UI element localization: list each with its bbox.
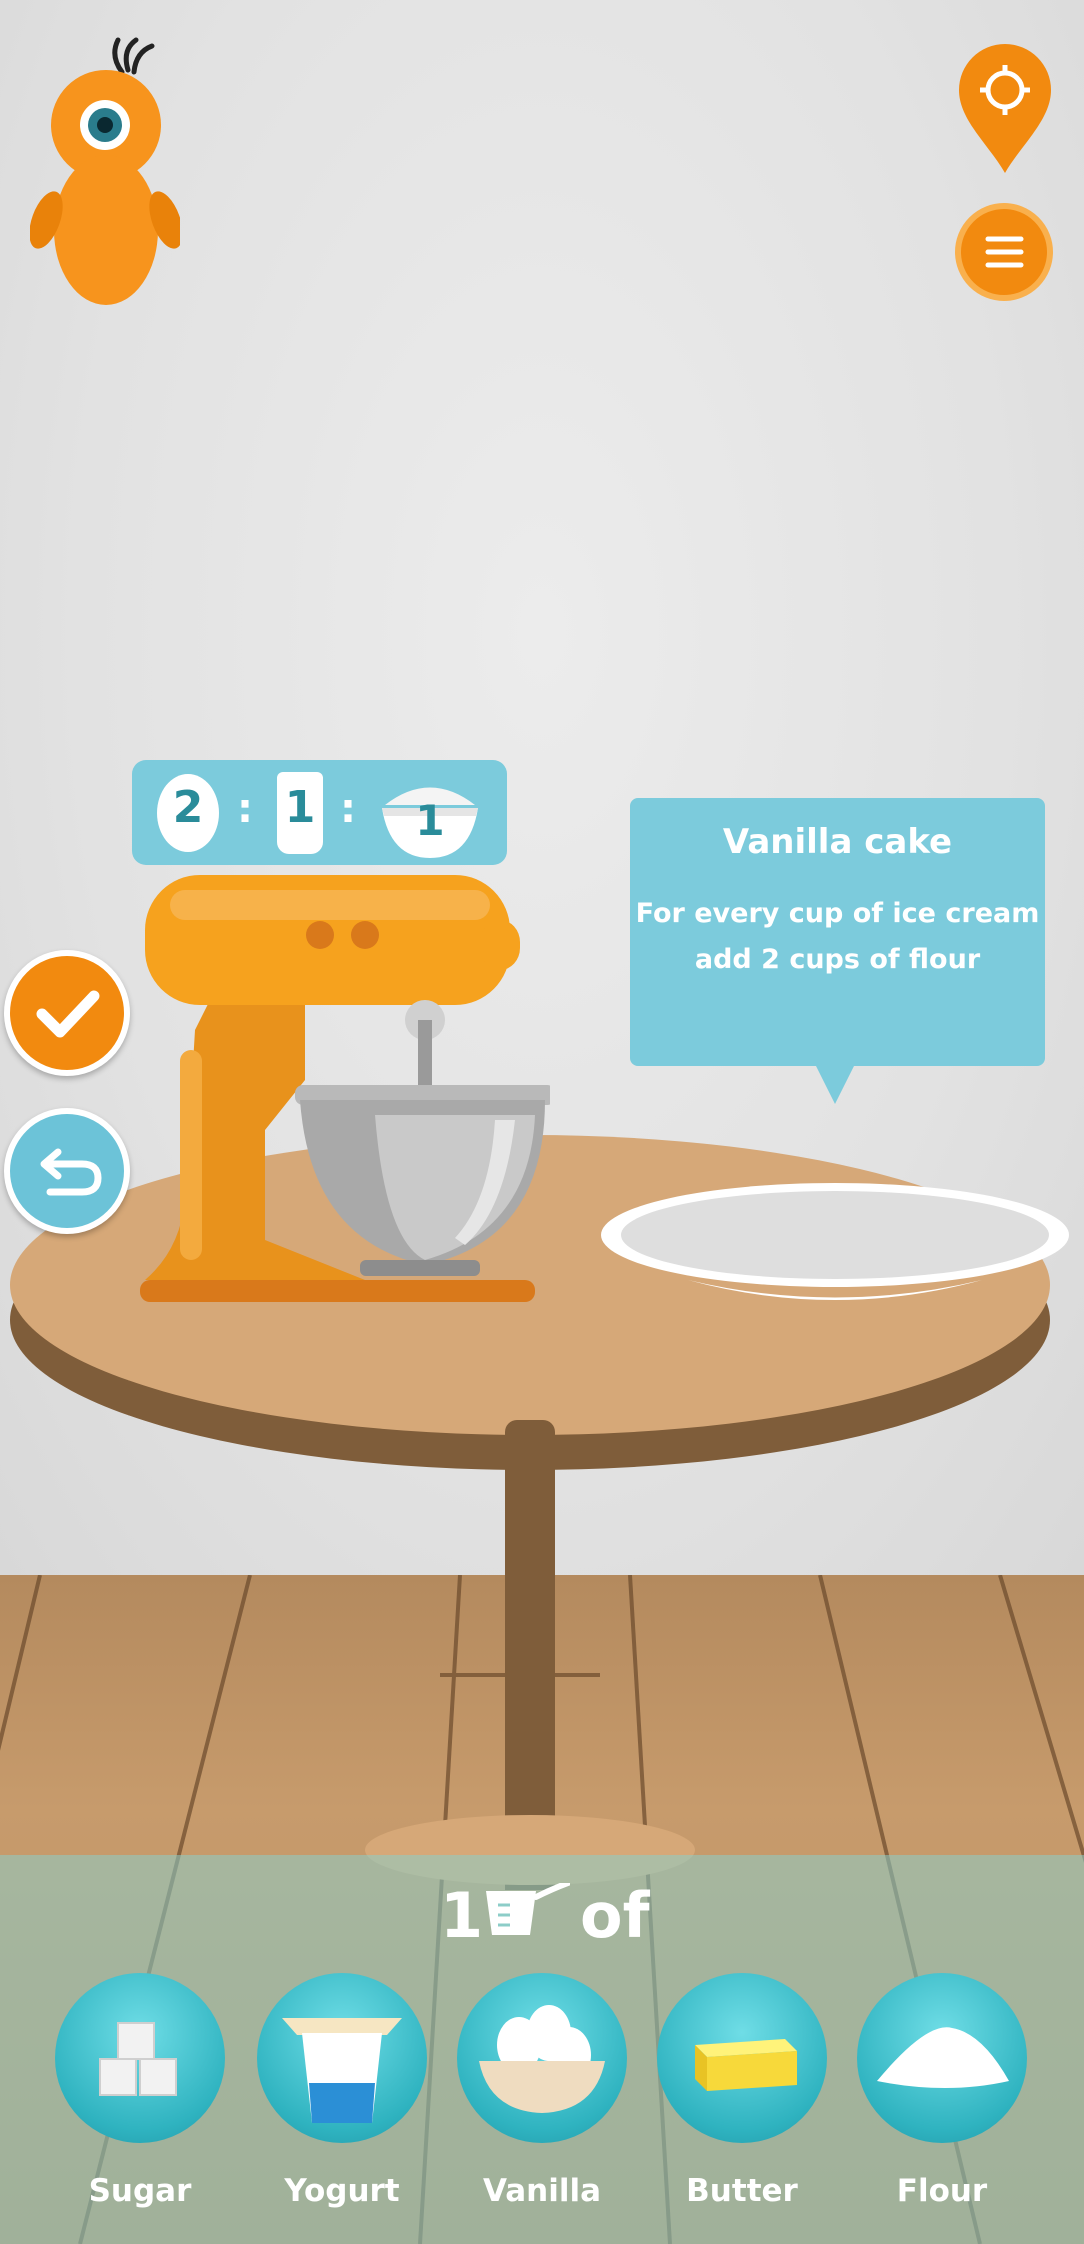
confirm-button[interactable]: [4, 950, 130, 1076]
measure-suffix: of: [580, 1879, 650, 1952]
ratio-first-value: 2: [172, 782, 204, 833]
ingredient-vanilla-button[interactable]: [457, 1973, 627, 2143]
ingredient-label: Vanilla: [482, 2173, 602, 2209]
ingredient-tray: 1 of Sugar Yogurt Vanilla Butter Flour: [0, 1855, 1084, 2244]
menu-button[interactable]: [955, 203, 1053, 301]
ingredient-yogurt-button[interactable]: [257, 1973, 427, 2143]
ingredient-label: Yogurt: [284, 2173, 400, 2209]
tooltip-line-2: add 2 cups of flour: [694, 944, 981, 975]
ingredient-butter-button[interactable]: [657, 1973, 827, 2143]
location-pin-button[interactable]: [955, 40, 1055, 175]
stand-mixer[interactable]: [135, 870, 550, 1315]
sugar-cubes-icon: [99, 2022, 177, 2096]
recipe-tooltip: Vanilla cake For every cup of ice cream …: [630, 798, 1045, 1066]
tooltip-line-1: For every cup of ice cream: [635, 898, 1040, 929]
undo-button[interactable]: [4, 1108, 130, 1234]
mascot-character[interactable]: [30, 30, 180, 305]
undo-arrow-icon: [40, 1148, 102, 1196]
butter-icon: [695, 2039, 797, 2091]
empty-plate[interactable]: [598, 1180, 1073, 1315]
ratio-second-value: 1: [284, 782, 316, 833]
ratio-third-value: 1: [415, 796, 445, 845]
tooltip-pointer: [815, 1064, 855, 1104]
ingredient-vanilla[interactable]: Vanilla: [457, 1973, 627, 2228]
tooltip-title: Vanilla cake: [722, 822, 953, 862]
ingredient-sugar[interactable]: Sugar: [55, 1973, 225, 2228]
eggs-bowl-icon: [479, 2005, 605, 2113]
ratio-separator: :: [237, 786, 253, 832]
hamburger-icon: [985, 236, 1024, 268]
ratio-panel: 2 : 1 : 1: [132, 760, 507, 865]
ingredient-label: Sugar: [88, 2173, 192, 2209]
yogurt-cup-icon: [282, 2018, 402, 2123]
flour-pile-icon: [877, 2027, 1009, 2088]
ingredient-sugar-button[interactable]: [55, 1973, 225, 2143]
ingredient-label: Flour: [896, 2173, 988, 2209]
measuring-cup-icon: [486, 1883, 570, 1935]
ingredient-yogurt[interactable]: Yogurt: [257, 1973, 427, 2228]
ingredient-label: Butter: [686, 2173, 798, 2209]
measure-label: 1 of: [440, 1875, 660, 1952]
ingredient-flour[interactable]: Flour: [857, 1973, 1027, 2228]
ratio-separator: :: [340, 786, 356, 832]
measure-amount: 1: [440, 1879, 484, 1952]
checkmark-icon: [36, 990, 100, 1038]
ingredient-butter[interactable]: Butter: [657, 1973, 827, 2228]
ingredient-flour-button[interactable]: [857, 1973, 1027, 2143]
game-scene: 2 : 1 : 1 Vanilla cake For every cup of …: [0, 0, 1084, 2244]
